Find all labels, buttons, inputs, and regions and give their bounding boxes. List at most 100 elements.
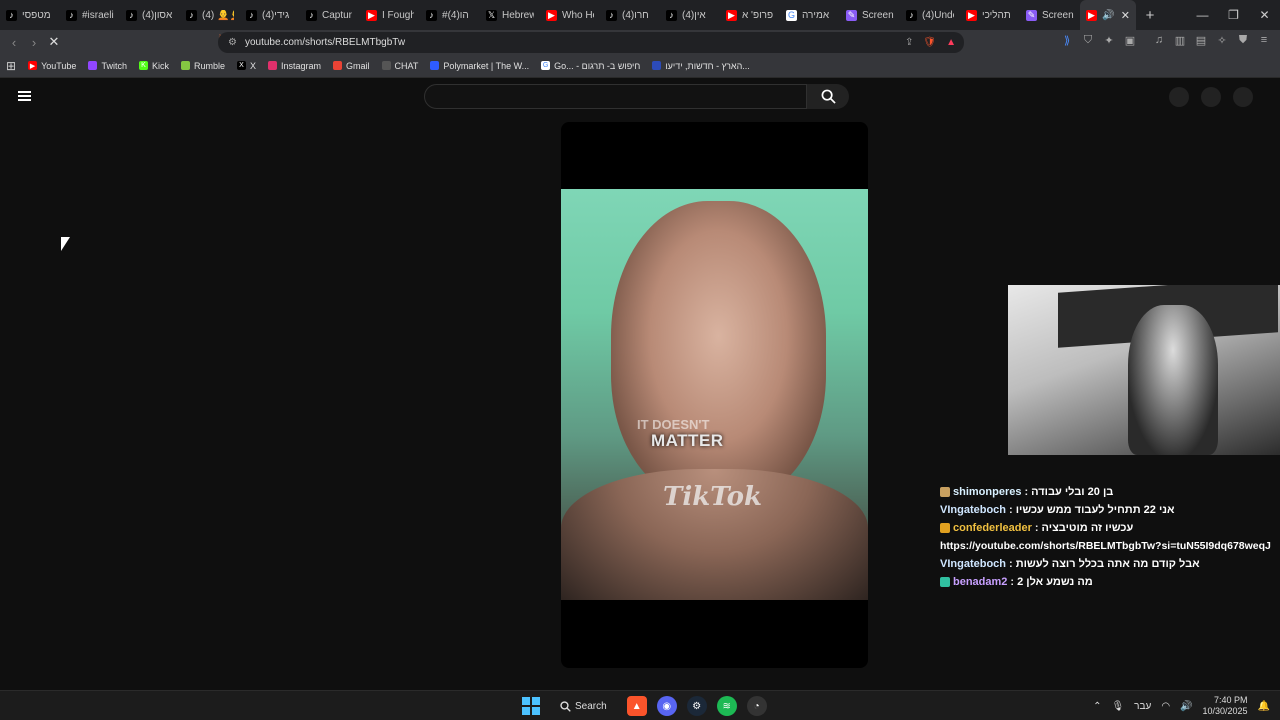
tab-16[interactable]: ▶ תהליכי [960,0,1020,30]
apps-grid-icon[interactable]: ⊞ [6,59,16,73]
google-icon: G [786,9,797,21]
notification-bell-icon[interactable]: 🔔 [1258,701,1270,712]
tab-12[interactable]: ▶ פרופ' א [720,0,780,30]
tiktok-icon: ♪ [186,9,197,21]
minimize-button[interactable]: — [1187,8,1218,22]
person-face-image [611,201,826,501]
bookmark-label: YouTube [41,60,77,71]
bookmark-5[interactable]: Instagram [262,61,327,71]
create-icon[interactable] [1169,87,1189,107]
wifi-icon[interactable]: ◠ [1161,701,1170,712]
tab-active[interactable]: ▶ 🔊 ✕ [1080,0,1136,30]
back-button[interactable]: ‹ [4,35,24,50]
chat-message: benadam2 : מה נשמע אלן 2 [940,576,1270,588]
chat-text: אני 22 תתחיל לעבוד ממש עכשיו [1015,504,1175,516]
bookmark-2[interactable]: K Kick [133,61,175,71]
tab-7[interactable]: ♪ #הו(4) [420,0,480,30]
menu-icon[interactable]: ≡ [1258,34,1270,48]
bookmark-6[interactable]: Gmail [327,61,376,71]
tab-label: Hebrew [502,9,534,21]
tab-13[interactable]: G אמירה [780,0,840,30]
bookmark-1[interactable]: Twitch [82,61,133,71]
tab-4[interactable]: ♪ (4)גידי [240,0,300,30]
tiktok-icon: ♪ [306,9,317,21]
maximize-button[interactable]: ❐ [1218,8,1249,22]
new-tab-button[interactable]: + [1136,7,1164,24]
bookmark-8[interactable]: Polymarket | The W... [424,61,535,71]
pen-icon: ✎ [846,9,857,21]
screenshot-icon[interactable]: ▣ [1124,34,1136,48]
address-bar[interactable]: ⚙ youtube.com/shorts/RBELMTbgbTw ⇪ 🛡 ▲ [218,32,964,53]
url-text[interactable]: youtube.com/shorts/RBELMTbgbTw [245,37,405,48]
tab-0[interactable]: ♪ מטפסי [0,0,60,30]
bookmark-3[interactable]: Rumble [175,61,231,71]
microphone-icon[interactable]: 🎙 [1111,701,1124,712]
vpn-icon[interactable]: ⛊ [1237,34,1249,48]
youtube-page: IT DOESN'T MATTER TikTok shimonperes : ב… [0,78,1280,690]
close-tab-icon[interactable]: ✕ [1121,9,1130,22]
extensions-icon[interactable]: ✦ [1103,34,1115,48]
brave-rewards-icon[interactable]: ▲ [946,37,956,48]
volume-icon[interactable]: 🔊 [1180,701,1192,712]
chevron-up-icon[interactable]: ⌃ [1093,701,1101,712]
knight-image [1128,305,1218,455]
shorts-video-player[interactable]: IT DOESN'T MATTER TikTok [561,122,868,668]
tab-11[interactable]: ♪ (4)אין [660,0,720,30]
avatar[interactable] [1233,87,1253,107]
steam-icon[interactable]: ⚙ [686,696,707,716]
chat-badge-icon [940,577,950,587]
tab-label: (4)Unde [922,9,954,21]
translate-icon[interactable]: ⟫ [1061,34,1073,48]
search-button[interactable] [807,84,849,109]
guide-menu-icon[interactable] [18,91,31,101]
discord-icon[interactable]: ◉ [656,696,677,716]
tab-list: ♪ מטפסי ♪ #israeli ♪ (4)אסון ♪ (4) 🧑‍🦲🧑‍🦲 ♪ (4)גי… [0,0,1080,30]
wallet-icon[interactable]: ▤ [1195,34,1207,48]
shield-icon[interactable]: ⛉ [1082,34,1094,48]
spotify-icon[interactable]: ≋ [716,696,737,716]
clock[interactable]: 7:40 PM 10/30/2025 [1203,695,1248,717]
notifications-icon[interactable] [1201,87,1221,107]
chat-username: benadam2 [953,576,1008,588]
start-button[interactable] [522,697,540,715]
tab-label: (4)גידי [262,9,290,21]
tab-5[interactable]: ♪ Captur [300,0,360,30]
app-icon[interactable]: ◔ [746,696,767,716]
brave-shields-icon[interactable]: 🛡 [923,37,936,48]
share-icon[interactable]: ⇪ [905,37,913,48]
tab-17[interactable]: ✎ Screen [1020,0,1080,30]
navigation-bar: ‹ › ✕ 🔖 ⚙ youtube.com/shorts/RBELMTbgbTw… [0,30,1280,54]
bookmark-0[interactable]: ▶ YouTube [22,61,82,71]
bookmark-10[interactable]: הארץ - חדשות, ידיעו... [646,61,756,71]
tab-1[interactable]: ♪ #israeli [60,0,120,30]
tab-9[interactable]: ▶ Who He [540,0,600,30]
taskbar-search[interactable]: Search [550,694,617,718]
language-indicator[interactable]: עבר [1134,701,1151,712]
tab-6[interactable]: ▶ I Fough [360,0,420,30]
tab-3[interactable]: ♪ (4) 🧑‍🦲🧑‍🦲 [180,0,240,30]
music-icon[interactable]: ♫ [1153,34,1165,48]
tab-14[interactable]: ✎ Screen [840,0,900,30]
chatgpt-icon [381,61,391,70]
bookmark-7[interactable]: CHAT [376,61,425,71]
sidebar-icon[interactable]: ▥ [1174,34,1186,48]
forward-button[interactable]: › [24,35,44,50]
tab-8[interactable]: 𝕏 Hebrew [480,0,540,30]
site-settings-icon[interactable]: ⚙ [228,37,237,48]
tab-2[interactable]: ♪ (4)אסון [120,0,180,30]
tab-label: Screen [1042,9,1074,21]
close-window-button[interactable]: ✕ [1249,8,1280,22]
stop-loading-button[interactable]: ✕ [44,34,64,50]
leo-ai-icon[interactable]: ✧ [1216,34,1228,48]
bookmark-4[interactable]: XX [231,61,262,71]
bookmark-label: X [249,60,256,71]
tab-10[interactable]: ♪ (4)חרו [600,0,660,30]
bookmark-label: הארץ - חדשות, ידיעו... [665,60,750,71]
brave-browser-icon[interactable]: ▲ [626,696,647,716]
chat-username: shimonperes [953,486,1022,498]
tab-15[interactable]: ♪ (4)Unde [900,0,960,30]
tiktok-icon: ♪ [906,9,917,21]
search-input[interactable] [424,84,807,109]
instagram-icon [268,61,277,70]
bookmark-9[interactable]: G Go... - חיפוש ב- תרגום [535,61,646,71]
